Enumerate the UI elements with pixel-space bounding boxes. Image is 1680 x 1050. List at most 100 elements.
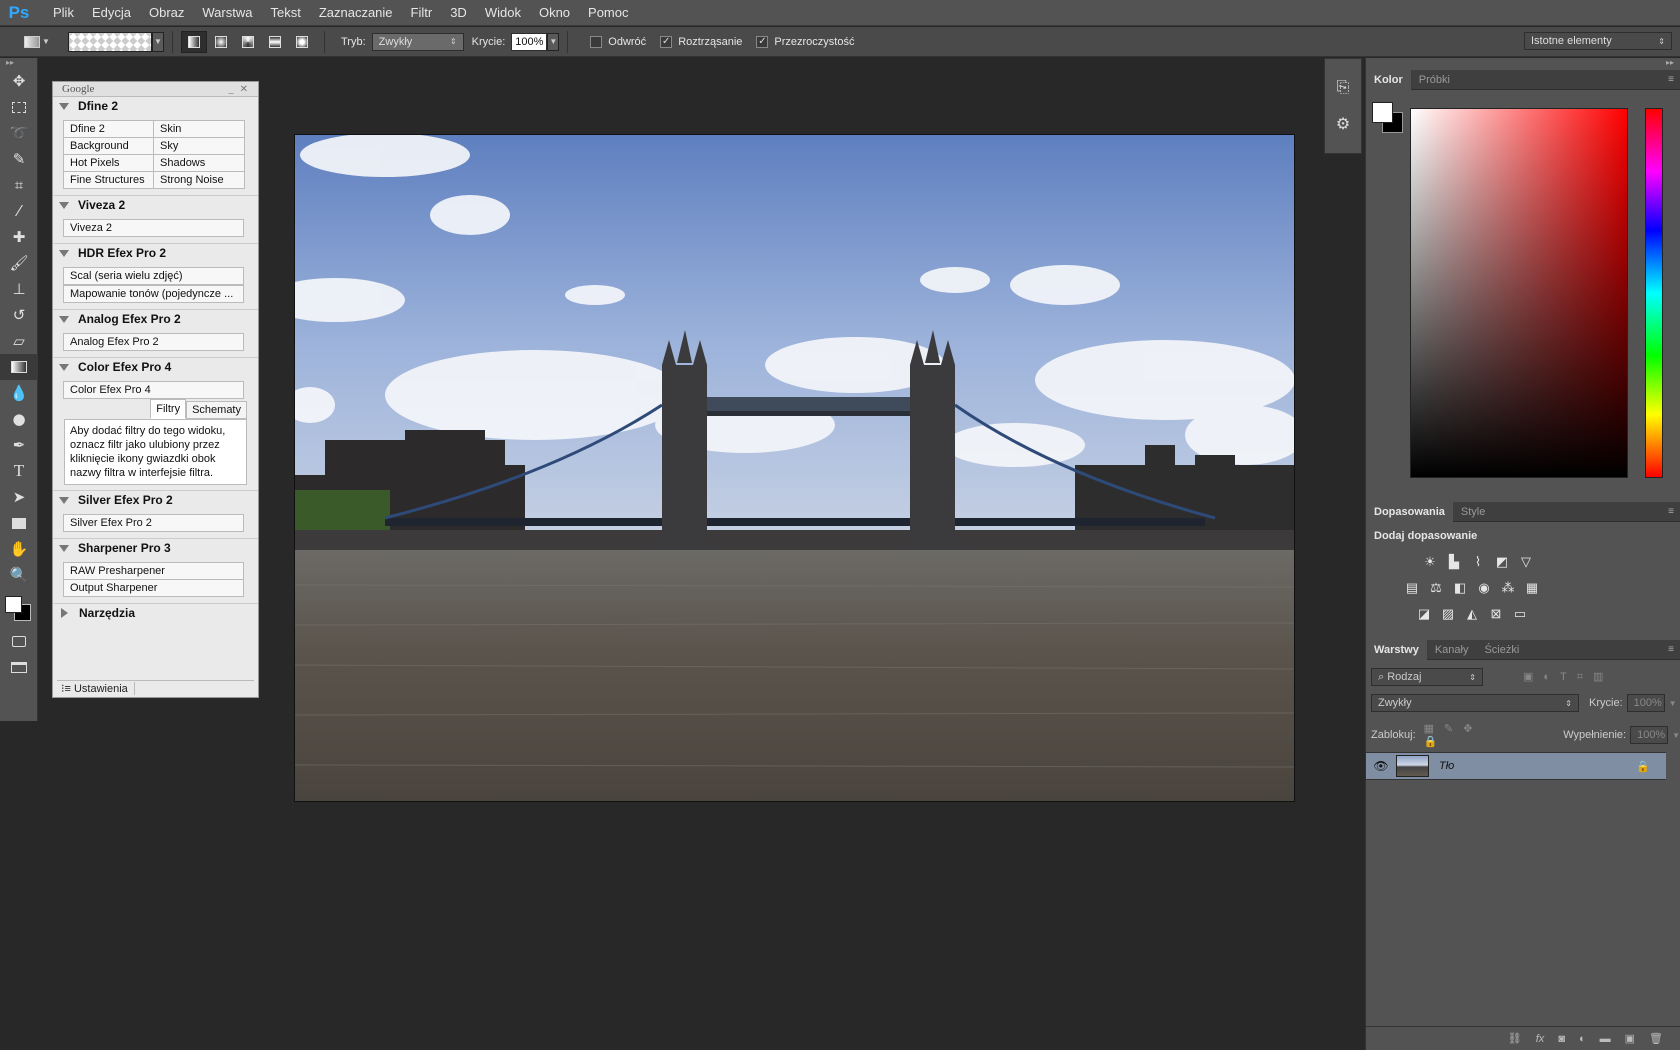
lasso-tool-icon[interactable]: ➰ [0,120,38,146]
analog-efex-button[interactable]: Analog Efex Pro 2 [63,333,244,351]
eraser-tool-icon[interactable]: ▱ [0,328,38,354]
section-viveza[interactable]: Viveza 2 [53,196,258,214]
gradient-map-icon[interactable]: ▭ [1508,602,1532,626]
raw-presharpener-button[interactable]: RAW Presharpener [63,562,244,580]
zoom-tool-icon[interactable]: 🔍 [0,562,38,588]
reflected-gradient-button[interactable] [262,31,288,53]
workspace-select[interactable]: Istotne elementy ⇕ [1524,32,1672,50]
chevron-down-icon[interactable]: ▼ [1672,731,1680,740]
curves-icon[interactable]: ⌇ [1466,550,1490,574]
section-hdr-efex[interactable]: HDR Efex Pro 2 [53,244,258,262]
invert-icon[interactable]: ◪ [1412,602,1436,626]
photo-filter-icon[interactable]: ◉ [1472,576,1496,600]
layer-filter-select[interactable]: ⌕ Rodzaj ⇕ [1371,668,1483,686]
diamond-gradient-button[interactable] [289,31,315,53]
section-analog-efex[interactable]: Analog Efex Pro 2 [53,310,258,328]
new-adjustment-layer-icon[interactable]: ◐ [1579,1033,1586,1045]
layer-row-background[interactable]: 👁 Tło 🔒 [1366,752,1666,780]
rectangle-tool-icon[interactable] [0,510,38,536]
blend-mode-select[interactable]: Zwykły ⇕ [1371,694,1579,712]
eye-visibility-icon[interactable]: 👁 [1366,759,1396,773]
tab-filters[interactable]: Filtry [150,399,187,419]
foreground-color-swatch[interactable] [1372,102,1393,123]
opacity-input[interactable]: 100% [511,32,548,51]
threshold-icon[interactable]: ◭ [1460,602,1484,626]
settings-button[interactable]: ⁝≡ Ustawienia [57,681,135,695]
link-layers-icon[interactable]: ⛓ [1508,1032,1522,1045]
tab-recipes[interactable]: Schematy [186,401,247,419]
reverse-checkbox[interactable]: Odwróć [590,35,646,48]
fine-structures-button[interactable]: Fine Structures [63,171,154,189]
section-sharpener[interactable]: Sharpener Pro 3 [53,539,258,557]
layer-filter-icons[interactable]: ▣◐T⌗▥ [1523,670,1613,684]
expand-icon[interactable]: ▸▸ [0,58,37,68]
brightness-contrast-icon[interactable]: ☀ [1418,550,1442,574]
type-tool-icon[interactable]: T [0,458,38,484]
silver-efex-button[interactable]: Silver Efex Pro 2 [63,514,244,532]
hue-saturation-icon[interactable]: ▤ [1400,576,1424,600]
linear-gradient-button[interactable] [181,30,207,53]
skin-button[interactable]: Skin [153,120,245,138]
document-canvas[interactable] [294,134,1295,802]
lock-icons[interactable]: ▦✎✥🔒 [1424,722,1506,748]
section-color-efex[interactable]: Color Efex Pro 4 [53,358,258,376]
gradient-tool-icon[interactable] [0,354,38,380]
viveza-button[interactable]: Viveza 2 [63,219,244,237]
hue-slider[interactable] [1645,108,1663,478]
blur-tool-icon[interactable]: 💧 [0,380,38,406]
exposure-icon[interactable]: ◩ [1490,550,1514,574]
tab-channels[interactable]: Kanały [1427,640,1477,660]
expand-panels-icon[interactable]: ▸▸ [1666,58,1674,67]
delete-layer-icon[interactable]: 🗑 [1649,1032,1663,1045]
marquee-tool-icon[interactable] [0,94,38,120]
menu-window[interactable]: Okno [530,5,579,20]
color-efex-button[interactable]: Color Efex Pro 4 [63,381,244,399]
menu-image[interactable]: Obraz [140,5,193,20]
clone-stamp-tool-icon[interactable]: ⊥ [0,276,38,302]
quick-selection-tool-icon[interactable]: ✎ [0,146,38,172]
chevron-down-icon[interactable]: ▼ [1669,699,1677,708]
saturation-brightness-picker[interactable] [1410,108,1628,478]
screen-mode-icon[interactable] [0,654,38,680]
menu-file[interactable]: Plik [44,5,83,20]
tab-paths[interactable]: Ścieżki [1476,640,1527,660]
opacity-slider-chevron-icon[interactable]: ▼ [547,32,560,51]
angle-gradient-button[interactable] [235,31,261,53]
history-brush-tool-icon[interactable]: ↺ [0,302,38,328]
menu-view[interactable]: Widok [476,5,530,20]
eyedropper-tool-icon[interactable]: ⁄ [0,198,38,224]
menu-select[interactable]: Zaznaczanie [310,5,402,20]
foreground-color-swatch[interactable] [5,596,22,613]
dodge-tool-icon[interactable]: ● [0,406,38,432]
move-tool-icon[interactable]: ✥ [0,68,38,94]
menu-help[interactable]: Pomoc [579,5,637,20]
path-selection-tool-icon[interactable]: ➤ [0,484,38,510]
transparency-checkbox[interactable]: ✓ Przezroczystość [756,35,854,48]
fill-input[interactable]: 100% [1630,726,1669,744]
hdr-tonemap-button[interactable]: Mapowanie tonów (pojedyncze ... [63,285,244,303]
menu-3d[interactable]: 3D [441,5,476,20]
dfine-button[interactable]: Dfine 2 [63,120,154,138]
dither-checkbox[interactable]: ✓ Roztrząsanie [660,35,742,48]
color-balance-icon[interactable]: ⚖ [1424,576,1448,600]
healing-brush-tool-icon[interactable]: ✚ [0,224,38,250]
new-group-icon[interactable]: ▬ [1600,1033,1611,1045]
tab-swatches[interactable]: Próbki [1411,70,1458,90]
section-tools[interactable]: Narzędzia [53,604,258,622]
vibrance-icon[interactable]: ▽ [1514,550,1538,574]
levels-icon[interactable]: ▙ [1442,550,1466,574]
new-layer-icon[interactable]: ▣ [1625,1032,1635,1045]
add-mask-icon[interactable]: ◙ [1558,1033,1565,1045]
strong-noise-button[interactable]: Strong Noise [153,171,245,189]
tool-preset-picker[interactable]: ▼ [24,32,54,52]
hot-pixels-button[interactable]: Hot Pixels [63,154,154,172]
properties-panel-icon[interactable]: ⚙ [1325,105,1361,141]
sky-button[interactable]: Sky [153,137,245,155]
tab-adjustments[interactable]: Dopasowania [1366,501,1453,522]
radial-gradient-button[interactable] [208,31,234,53]
hand-tool-icon[interactable]: ✋ [0,536,38,562]
menu-edit[interactable]: Edycja [83,5,140,20]
hdr-merge-button[interactable]: Scal (seria wielu zdjęć) [63,267,244,285]
gradient-editor-swatch[interactable] [68,31,152,52]
panel-menu-icon[interactable]: ≡ [1668,644,1674,655]
